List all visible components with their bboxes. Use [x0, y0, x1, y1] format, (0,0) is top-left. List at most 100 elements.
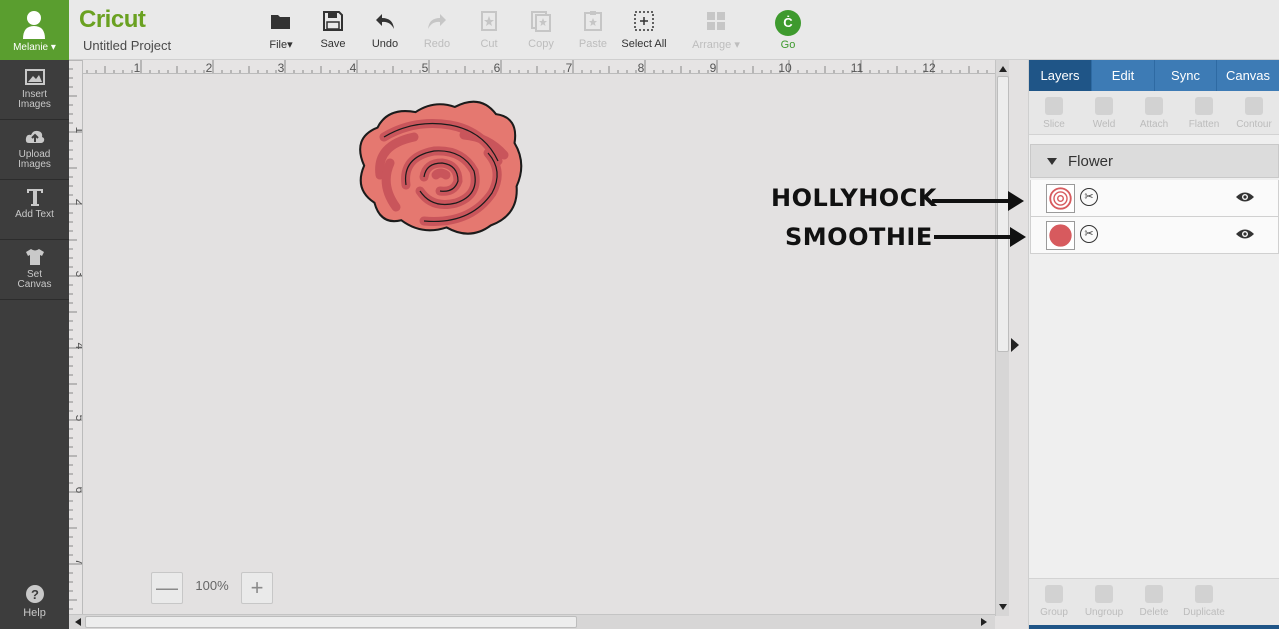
user-menu[interactable]: Melanie ▾ — [0, 0, 69, 60]
ruler-label: 3 — [278, 61, 285, 74]
zoom-out-button[interactable]: — — [151, 572, 183, 604]
insert-images-button[interactable]: Insert Images — [0, 60, 69, 120]
redo-button[interactable]: Redo — [409, 8, 465, 54]
duplicate-button[interactable]: Duplicate — [1179, 585, 1229, 618]
annotation-hollyhock: HOLLYHOCK — [771, 184, 937, 212]
layer-row-smoothie[interactable]: ✂ — [1030, 217, 1279, 254]
scroll-up-icon[interactable] — [996, 62, 1010, 76]
project-title[interactable]: Untitled Project — [83, 38, 171, 53]
cut-icon — [481, 11, 497, 31]
go-button[interactable]: Ċ Go — [760, 8, 816, 54]
zoom-in-button[interactable]: + — [241, 572, 273, 604]
copy-icon — [531, 11, 551, 32]
copy-button[interactable]: Copy — [513, 8, 569, 54]
select-all-icon — [634, 11, 654, 31]
vertical-scroll-thumb[interactable] — [997, 76, 1009, 352]
tab-edit[interactable]: Edit — [1092, 60, 1155, 91]
scissors-icon[interactable]: ✂ — [1080, 225, 1098, 243]
panel-toggle-icon[interactable] — [1011, 338, 1019, 352]
contour-button[interactable]: Contour — [1229, 97, 1279, 130]
horizontal-ruler: 1 2 3 4 5 6 7 8 9 10 11 12 — [69, 60, 995, 74]
go-icon: Ċ — [775, 10, 801, 36]
duplicate-icon — [1195, 585, 1213, 603]
group-icon — [1045, 585, 1063, 603]
attach-button[interactable]: Attach — [1129, 97, 1179, 130]
ruler-label: 11 — [851, 61, 864, 74]
arrow-hollyhock-icon — [932, 191, 1024, 211]
ungroup-icon — [1095, 585, 1113, 603]
save-icon — [323, 11, 343, 31]
paste-button[interactable]: Paste — [565, 8, 621, 54]
undo-button[interactable]: Undo — [357, 8, 413, 54]
arrange-label: Arrange ▾ — [692, 39, 740, 51]
help-button[interactable]: ? Help — [0, 578, 69, 629]
collapse-triangle-icon[interactable] — [1047, 158, 1057, 165]
layer-bottom-tools: Group Ungroup Delete Duplicate — [1029, 578, 1279, 629]
tab-sync[interactable]: Sync — [1155, 60, 1217, 91]
ruler-label: 3 — [73, 271, 83, 278]
layer-group-flower[interactable]: Flower — [1030, 144, 1279, 178]
weld-icon — [1095, 97, 1113, 115]
add-text-label: Add Text — [15, 209, 54, 220]
layer-row-hollyhock[interactable]: ✂ — [1030, 180, 1279, 217]
copy-label: Copy — [528, 38, 554, 50]
scroll-right-icon[interactable] — [977, 615, 991, 629]
save-button[interactable]: Save — [305, 8, 361, 54]
horizontal-scroll-thumb[interactable] — [85, 616, 577, 628]
layer-thumbnail-solid — [1046, 221, 1075, 250]
ruler-label: 12 — [922, 61, 936, 74]
set-canvas-button[interactable]: Set Canvas — [0, 240, 69, 300]
panel-bottom-bar — [1029, 625, 1279, 629]
arrow-smoothie-icon — [934, 227, 1026, 247]
ruler-label: 4 — [350, 61, 357, 74]
weld-button[interactable]: Weld — [1079, 97, 1129, 130]
slice-icon — [1045, 97, 1063, 115]
delete-button[interactable]: Delete — [1129, 585, 1179, 618]
eye-icon[interactable] — [1235, 227, 1255, 241]
cut-button[interactable]: Cut — [461, 8, 517, 54]
left-sidebar: Melanie ▾ Insert Images Upload Images Ad… — [0, 0, 69, 629]
folder-icon — [271, 15, 290, 29]
design-canvas[interactable] — [84, 75, 995, 616]
trash-icon — [1145, 585, 1163, 603]
undo-label: Undo — [371, 38, 399, 50]
horizontal-scrollbar[interactable] — [69, 614, 995, 629]
tab-canvas[interactable]: Canvas — [1217, 60, 1279, 91]
ruler-label: 5 — [422, 61, 429, 74]
select-all-button[interactable]: Select All — [616, 8, 672, 54]
flatten-button[interactable]: Flatten — [1179, 97, 1229, 130]
slice-button[interactable]: Slice — [1029, 97, 1079, 130]
help-icon: ? — [25, 585, 44, 603]
user-name: Melanie ▾ — [13, 42, 56, 53]
image-icon — [24, 69, 45, 85]
upload-images-button[interactable]: Upload Images — [0, 120, 69, 180]
scissors-icon[interactable]: ✂ — [1080, 188, 1098, 206]
paste-icon — [584, 11, 602, 31]
set-canvas-label: Set Canvas — [17, 269, 52, 290]
ruler-ticks-left: 1 2 3 4 5 6 7 — [69, 60, 83, 610]
ruler-label: 6 — [494, 61, 501, 74]
ungroup-button[interactable]: Ungroup — [1079, 585, 1129, 618]
redo-label: Redo — [423, 38, 451, 50]
group-name: Flower — [1068, 153, 1114, 170]
text-icon — [26, 189, 43, 206]
ruler-label: 4 — [73, 343, 83, 350]
tab-layers[interactable]: Layers — [1029, 60, 1092, 91]
scroll-down-icon[interactable] — [996, 600, 1010, 614]
file-menu-button[interactable]: File▾ — [253, 8, 309, 54]
vertical-ruler: 1 2 3 4 5 6 7 — [69, 60, 83, 616]
insert-images-label: Insert Images — [18, 89, 51, 110]
flatten-icon — [1195, 97, 1213, 115]
arrange-menu-button[interactable]: Arrange ▾ — [687, 8, 745, 54]
attach-icon — [1145, 97, 1163, 115]
group-button[interactable]: Group — [1029, 585, 1079, 618]
ruler-label: 5 — [73, 415, 83, 422]
rose-image[interactable] — [84, 75, 995, 616]
ruler-label: 7 — [73, 559, 83, 566]
add-text-button[interactable]: Add Text — [0, 180, 69, 240]
vertical-scrollbar[interactable] — [995, 60, 1009, 616]
select-all-label: Select All — [621, 38, 667, 50]
scroll-left-icon[interactable] — [71, 615, 85, 629]
tshirt-icon — [25, 249, 44, 265]
eye-icon[interactable] — [1235, 190, 1255, 204]
